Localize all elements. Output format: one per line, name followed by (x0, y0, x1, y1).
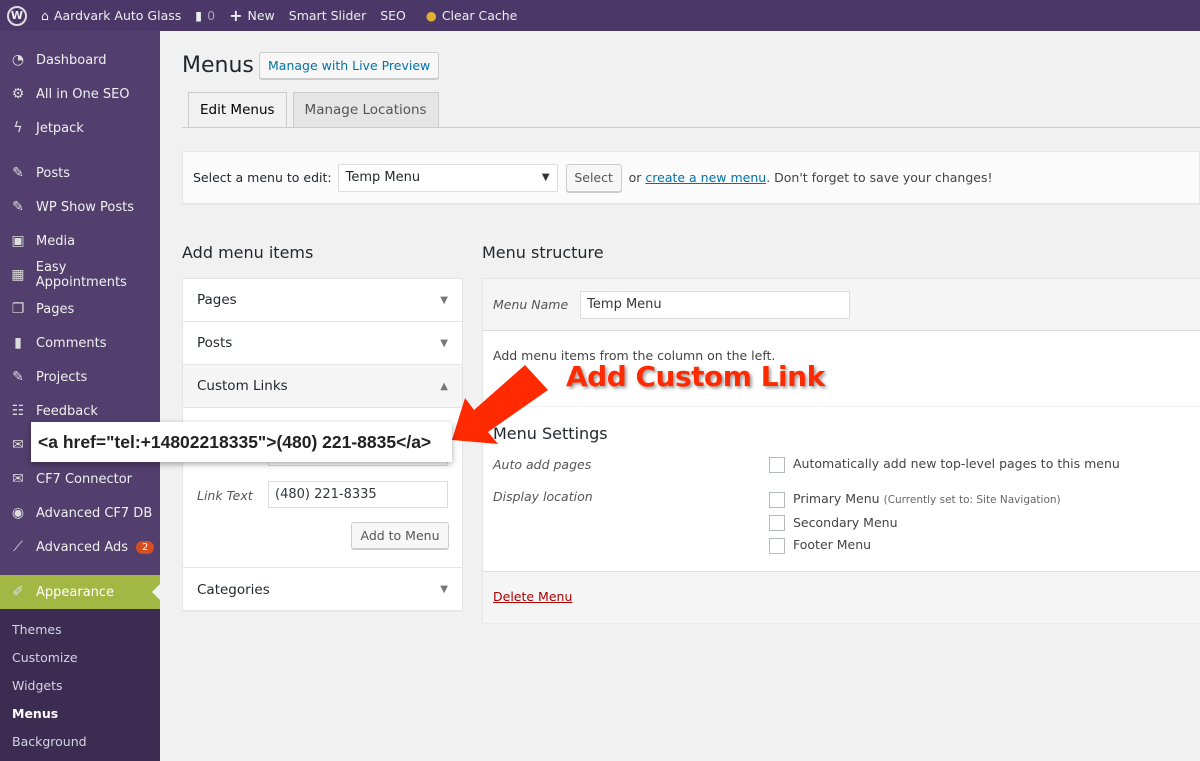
sidebar-item-pages[interactable]: ❐ Pages (0, 292, 160, 326)
menu-structure-panel: Menu Name Add menu items from the column… (482, 278, 1200, 623)
secondary-menu-checkbox[interactable]: Secondary Menu (769, 512, 1061, 535)
calendar-icon: ▦ (11, 267, 25, 283)
gear-icon: ⚙ (11, 86, 25, 102)
cheetah-icon: ● (425, 8, 437, 23)
site-name-link[interactable]: ⌂ Aardvark Auto Glass (34, 0, 188, 31)
sidebar-item-easy-appointments[interactable]: ▦ Easy Appointments (0, 258, 160, 292)
jetpack-icon: ϟ (13, 120, 23, 136)
new-link[interactable]: + New (222, 0, 282, 31)
sidebar-item-label: WP Show Posts (36, 199, 135, 215)
menu-structure-title: Menu structure (482, 243, 604, 262)
section-pages[interactable]: Pages ▼ (183, 279, 462, 322)
brush-icon: ✐ (12, 584, 24, 600)
home-icon: ⌂ (41, 8, 49, 23)
create-new-menu-link[interactable]: create a new menu (645, 170, 766, 185)
section-custom-links[interactable]: Custom Links ▲ (183, 365, 462, 408)
sidebar-item-advanced-ads[interactable]: ⟋ Advanced Ads 2 (0, 530, 160, 564)
sidebar-item-label: Feedback (36, 403, 98, 419)
footer-menu-checkbox[interactable]: Footer Menu (769, 534, 1061, 557)
pin-icon: ✎ (12, 165, 24, 181)
chevron-down-icon: ▼ (440, 294, 448, 306)
link-text-field[interactable] (268, 481, 448, 508)
sidebar-item-label: Projects (36, 369, 88, 385)
comments-link[interactable]: ▮ 0 (188, 0, 222, 31)
menu-select-bar: Select a menu to edit: Temp Menu ▼ Select… (182, 151, 1200, 204)
sidebar-item-media[interactable]: ▣ Media (0, 224, 160, 258)
live-preview-button[interactable]: Manage with Live Preview (259, 52, 440, 79)
section-posts[interactable]: Posts ▼ (183, 322, 462, 365)
submenu-item-customize[interactable]: Customize (0, 643, 160, 671)
sidebar-item-label: Pages (36, 301, 75, 317)
section-categories[interactable]: Categories ▼ (183, 568, 462, 611)
callout-text: Add Custom Link (566, 360, 825, 393)
page-title: Menus (182, 53, 254, 78)
sidebar-item-appearance[interactable]: ✐ Appearance (0, 575, 160, 609)
sidebar-item-label: CF7 Connector (36, 471, 133, 487)
sidebar-item-jetpack[interactable]: ϟ Jetpack (0, 111, 160, 145)
chevron-down-icon: ▼ (440, 337, 448, 349)
seo-link[interactable]: SEO (373, 0, 413, 31)
sidebar-item-label: Advanced Ads (36, 539, 129, 555)
pin-icon: ✎ (12, 199, 24, 215)
code-tooltip: <a href="tel:+14802218335">(480) 221-883… (31, 422, 452, 462)
sidebar-item-all-in-one-seo[interactable]: ⚙ All in One SEO (0, 77, 160, 111)
chevron-down-icon: ▼ (541, 172, 550, 183)
sidebar-item-label: Easy Appointments (35, 260, 127, 290)
link-text-label: Link Text (197, 488, 253, 503)
sidebar-item-label: Jetpack (36, 120, 84, 136)
clear-cache-link[interactable]: ● Clear Cache (419, 0, 524, 31)
submenu-item-themes[interactable]: Themes (0, 615, 160, 643)
sidebar-item-label: Media (36, 233, 76, 249)
auto-add-checkbox[interactable]: Automatically add new top-level pages to… (769, 456, 1120, 473)
submenu-item-background[interactable]: Background (0, 727, 160, 755)
chevron-down-icon: ▼ (440, 584, 448, 595)
sidebar-item-label: Dashboard (36, 52, 107, 68)
plus-icon: + (229, 6, 243, 25)
feedback-icon: ☷ (11, 403, 25, 419)
appearance-submenu: Themes Customize Widgets Menus Background (0, 609, 160, 761)
divider (182, 127, 1200, 128)
sidebar-item-cf7-connector[interactable]: ✉ CF7 Connector (0, 462, 160, 496)
comment-icon: ▮ (195, 8, 203, 23)
sidebar-item-advanced-cf7-db[interactable]: ◉ Advanced CF7 DB (0, 496, 160, 530)
smart-slider-link[interactable]: Smart Slider (282, 0, 373, 31)
sidebar: ◔ Dashboard ⚙ All in One SEO ϟ Jetpack ✎ Posts ✎… (0, 31, 160, 761)
sidebar-item-label: Advanced CF7 DB (36, 505, 153, 521)
pin-icon: ✎ (12, 369, 24, 385)
sidebar-item-wp-show-posts[interactable]: ✎ WP Show Posts (0, 190, 160, 224)
sidebar-item-label: Comments (36, 335, 107, 351)
mail-icon: ✉ (12, 471, 24, 487)
sidebar-item-dashboard[interactable]: ◔ Dashboard (0, 43, 160, 77)
add-to-menu-button[interactable]: Add to Menu (351, 522, 449, 549)
sidebar-item-label: All in One SEO (36, 86, 130, 102)
count-badge: 2 (136, 540, 155, 554)
sidebar-item-posts[interactable]: ✎ Posts (0, 156, 160, 190)
chevron-up-icon: ▲ (440, 380, 448, 392)
add-menu-items-title: Add menu items (182, 243, 314, 262)
sidebar-item-label: Appearance (36, 584, 115, 600)
dashboard-icon: ◔ (11, 52, 25, 68)
eye-icon: ◉ (11, 505, 25, 521)
select-button[interactable]: Select (565, 163, 622, 192)
admin-bar: W ⌂ Aardvark Auto Glass ▮ 0 + New Smart Sli… (0, 0, 1200, 31)
sidebar-item-comments[interactable]: ▮ Comments (0, 326, 160, 360)
sidebar-item-projects[interactable]: ✎ Projects (0, 360, 160, 394)
submenu-item-widgets[interactable]: Widgets (0, 671, 160, 699)
submenu-item-menus[interactable]: Menus (0, 699, 160, 727)
wordpress-logo-icon[interactable]: W (0, 0, 34, 31)
comment-icon: ▮ (14, 335, 22, 351)
mail-icon: ✉ (12, 437, 24, 453)
pages-icon: ❐ (11, 301, 25, 317)
primary-menu-checkbox[interactable]: Primary Menu (Currently set to: Site Nav… (769, 488, 1061, 512)
media-icon: ▣ (11, 233, 25, 249)
sidebar-item-label: Posts (36, 165, 70, 181)
menu-select[interactable]: Temp Menu ▼ (337, 163, 558, 192)
menu-name-field[interactable] (580, 290, 851, 319)
delete-menu-link[interactable]: Delete Menu (493, 589, 572, 604)
menu-settings-title: Menu Settings (493, 424, 608, 443)
tab-manage-locations[interactable]: Manage Locations (292, 92, 439, 128)
chart-icon: ⟋ (13, 539, 23, 555)
tab-edit-menus[interactable]: Edit Menus (188, 92, 287, 128)
